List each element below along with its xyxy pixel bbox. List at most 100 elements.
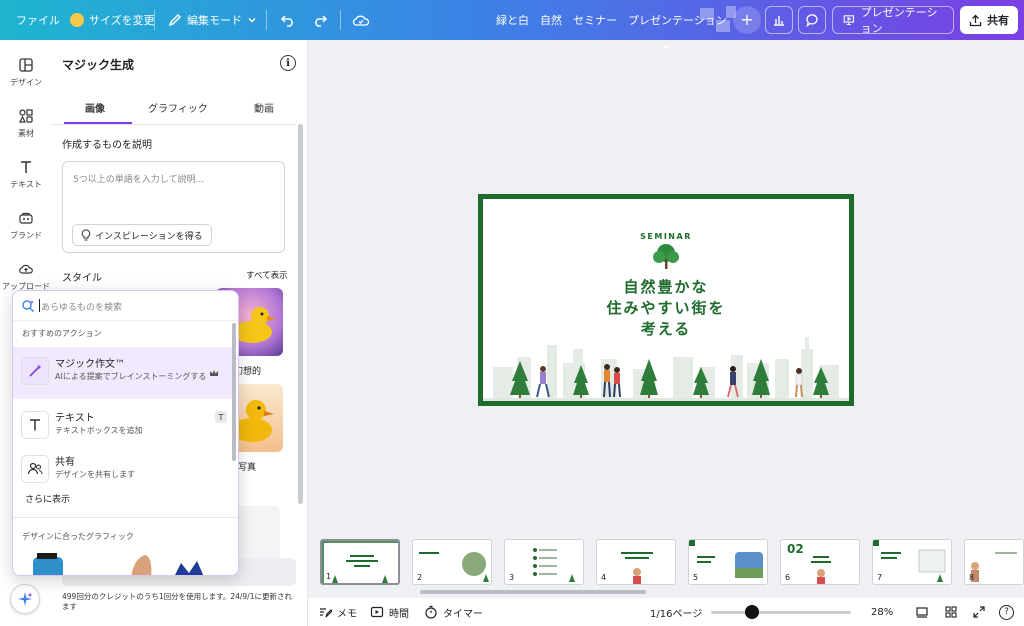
collaborator-avatar [716,20,730,32]
thumbnail-number: 5 [693,573,699,582]
pencil-icon [168,13,182,27]
describe-placeholder: 5つ以上の単語を入力して説明... [73,175,205,185]
inspiration-button[interactable]: インスピレーションを得る [72,224,212,246]
resize-button[interactable]: サイズを変更 [70,0,155,40]
edit-mode-label: 編集モード [187,14,242,27]
notes-label: メモ [337,608,357,620]
rail-label: テキスト [10,180,42,189]
bottom-bar: メモ 時間 タイマー 1/16ページ 28% ? [308,598,1024,626]
present-button[interactable]: プレゼンテーション [832,6,954,35]
thumbnail-page-3[interactable]: 3 [504,539,584,585]
action-title: マジック作文™ [55,359,125,370]
thumbnail-preview [621,552,653,584]
insights-button[interactable] [765,6,793,34]
file-menu[interactable]: ファイル [16,0,60,40]
help-button[interactable]: ? [999,598,1014,626]
show-more-link[interactable]: さらに表示 [25,492,70,505]
thumbnail-page-8[interactable]: 8 [964,539,1024,585]
add-collaborator-button[interactable]: + [733,6,761,34]
divider [266,10,267,30]
search-input[interactable]: あらゆるものを検索 [13,291,238,321]
info-icon[interactable]: i [280,55,296,71]
fullscreen-button[interactable] [972,598,986,626]
cloud-save-status[interactable] [352,0,370,40]
zoom-level-text: 28% [871,606,894,618]
thumbnail-preview [689,540,763,578]
slide-title-line: 自然豊かな [623,278,709,296]
timing-button[interactable]: 時間 [370,598,409,626]
rail-item-text[interactable]: テキスト [0,158,52,190]
rail-item-brand[interactable]: ブランド [0,209,52,241]
undo-button[interactable] [280,0,296,40]
rail-label: ブランド [10,231,42,240]
document-title-text: 緑と白 自然 セミナー プレゼンテーション [496,14,727,27]
redo-icon [315,15,328,27]
popup-scrollbar[interactable] [232,323,236,461]
graphics-preview-strip[interactable] [13,553,239,576]
zoom-level[interactable]: 28% [871,598,893,626]
sparkle-icon [18,592,33,606]
thumbnail-page-7[interactable]: 7 [872,539,952,585]
style-label: スタイル [62,273,102,284]
play-screen-icon [370,606,384,618]
page-view-button[interactable] [915,598,929,626]
rail-label: 素材 [18,129,34,138]
show-all-link[interactable]: すべて表示 [246,269,288,281]
section-recommended-actions: おすすめのアクション [22,329,102,338]
action-share[interactable]: 共有 デザインを共有します [13,445,233,497]
slide-canvas[interactable]: SEMINAR 自然豊かな 住みやすい街を 考える [478,194,854,406]
magic-search-icon [22,300,34,312]
shortcut-key: T [215,411,227,423]
zoom-slider-handle[interactable] [745,605,759,619]
search-popup: あらゆるものを検索 おすすめのアクション マジック作文™ AIによる提案でブレイ… [12,290,239,576]
plus-icon: + [740,10,754,29]
action-desc: デザインを共有します [55,470,135,479]
timer-button[interactable]: タイマー [424,598,483,626]
thumbnail-page-1[interactable]: 1 [320,539,400,585]
page-indicator[interactable]: 1/16ページ [650,598,702,626]
active-tab-indicator [64,122,132,124]
thumbnail-preview [419,552,489,582]
grid-view-button[interactable] [944,598,958,626]
comments-button[interactable] [798,6,826,34]
rail-item-design[interactable]: デザイン [0,56,52,88]
slide-title[interactable]: 自然豊かな 住みやすい街を 考える [483,277,849,340]
panel-scrollbar[interactable] [298,124,303,504]
thumbnail-page-2[interactable]: 2 [412,539,492,585]
collaborator-avatar [700,8,714,20]
thumbnail-page-5[interactable]: 5 [688,539,768,585]
bar-chart-icon [774,16,784,26]
share-button[interactable]: 共有 [960,6,1018,34]
notes-button[interactable]: メモ [318,598,357,626]
divider [340,10,341,30]
cloud-upload-icon [17,260,35,278]
tab-video[interactable]: 動画 [254,100,274,115]
zoom-slider[interactable] [711,611,851,614]
tab-image[interactable]: 画像 [85,100,105,115]
text-icon [21,411,49,439]
magic-assistant-button[interactable] [10,584,40,614]
document-title[interactable]: 緑と白 自然 セミナー プレゼンテーション [496,0,727,40]
thumbnail-number: 2 [417,573,423,582]
slide-title-line: 住みやすい街を [606,299,726,317]
redo-button[interactable] [312,0,328,40]
brand-icon [17,209,35,227]
rail-label: デザイン [10,78,42,87]
text-icon [17,158,35,176]
action-title: 共有 [55,457,75,468]
upload-icon [969,14,982,26]
action-magic-write[interactable]: マジック作文™ AIによる提案でブレインストーミングする [13,347,233,399]
thumbnail-page-4[interactable]: 4 [596,539,676,585]
rail-item-uploads[interactable]: アップロード [0,260,52,292]
thumbnails-scrollbar[interactable] [420,590,646,594]
stopwatch-icon [425,605,437,619]
edit-mode-dropdown[interactable]: 編集モード [168,0,257,40]
divider [13,517,238,518]
thumbnail-preview: 02 [787,542,831,584]
lightbulb-icon [81,229,91,241]
credit-notice: 499回分のクレジットのうち1回分を使用します。24/9/1に更新されます [62,592,292,612]
describe-textarea[interactable]: 5つ以上の単語を入力して説明... インスピレーションを得る [62,161,285,253]
thumbnail-page-6[interactable]: 02 6 [780,539,860,585]
rail-item-elements[interactable]: 素材 [0,107,52,139]
tab-graphics[interactable]: グラフィック [148,100,208,115]
